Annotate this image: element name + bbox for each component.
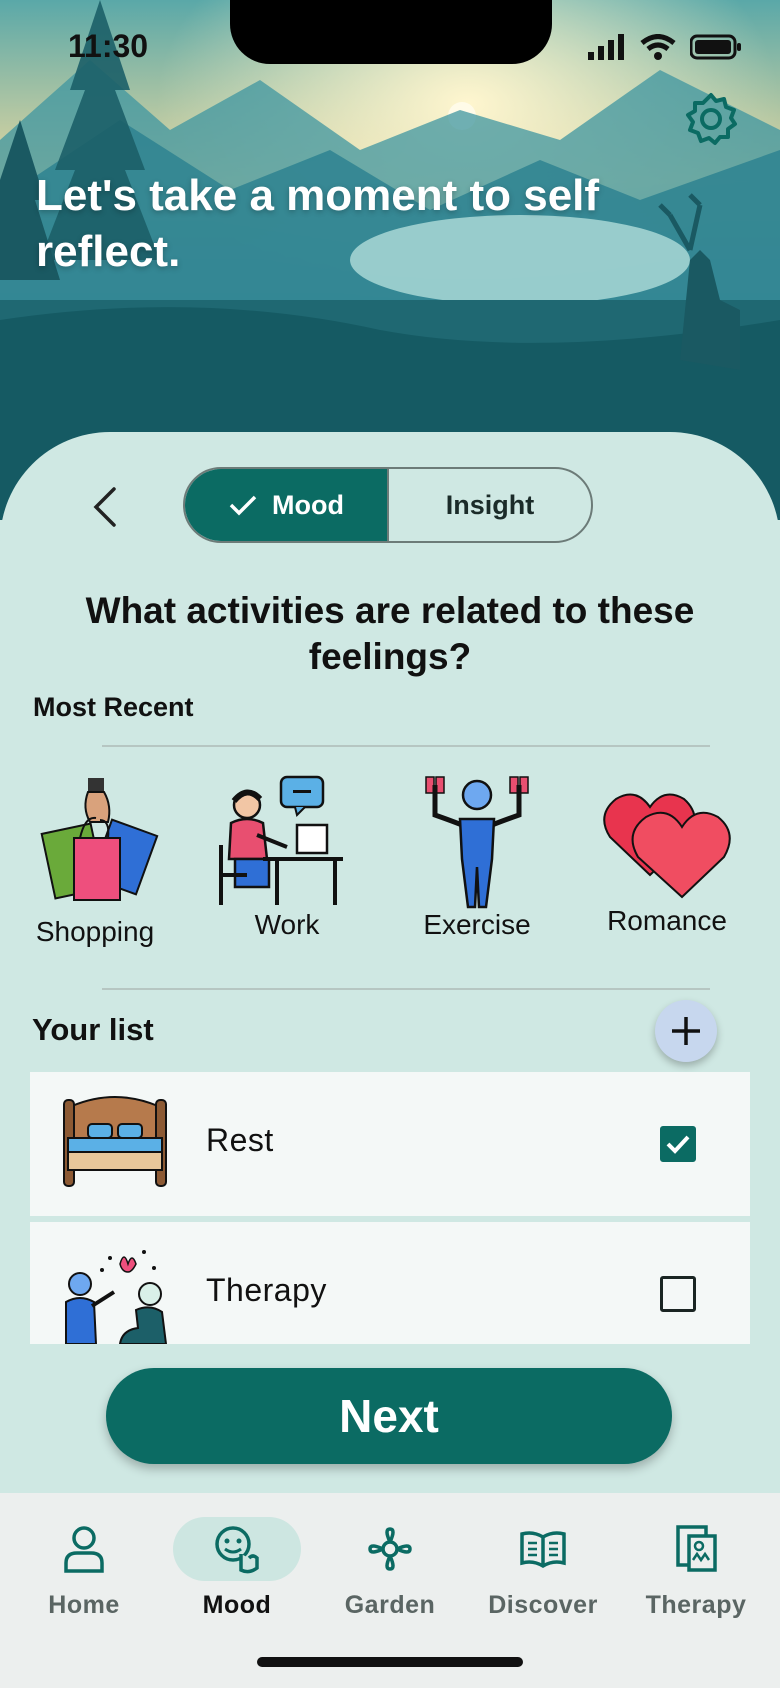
nav-therapy[interactable]: Therapy: [626, 1517, 766, 1620]
nav-home-label: Home: [48, 1591, 120, 1619]
nav-garden[interactable]: Garden: [320, 1517, 460, 1620]
tab-mood[interactable]: Mood: [185, 469, 389, 541]
plus-icon: [672, 1017, 700, 1045]
signal-icon: [588, 34, 624, 60]
check-icon: [229, 495, 257, 516]
divider-top: [102, 745, 710, 747]
mood-icon: [215, 1526, 259, 1574]
check-icon: [666, 1135, 690, 1154]
mood-insight-toggle: Mood Insight: [183, 467, 593, 543]
status-icons: [588, 34, 742, 60]
back-chevron-icon[interactable]: [88, 483, 122, 531]
status-time: 11:30: [68, 28, 149, 64]
list-item-rest[interactable]: Rest: [30, 1072, 750, 1216]
your-list-label: Your list: [32, 1012, 154, 1047]
recent-item-exercise[interactable]: Exercise: [402, 775, 552, 941]
flower-icon: [368, 1527, 412, 1571]
nav-home-icon-wrap: [20, 1517, 148, 1581]
list-item-label: Rest: [206, 1122, 274, 1158]
mood-screen: 11:30 Let's take a moment to self reflec…: [0, 0, 780, 1688]
nav-discover-icon-wrap: [479, 1517, 607, 1581]
nav-mood-label: Mood: [202, 1591, 272, 1619]
battery-icon: [690, 34, 741, 60]
exercise-icon: [425, 776, 529, 909]
nav-garden-icon-wrap: [326, 1517, 454, 1581]
therapy-doc-icon: [676, 1525, 717, 1572]
wifi-icon: [640, 34, 676, 60]
hero-title: Let's take a moment to self reflect.: [36, 171, 600, 276]
tab-insight-label: Insight: [445, 489, 535, 520]
nav-mood-icon-wrap: [173, 1517, 301, 1581]
recent-item-label: Romance: [607, 905, 727, 936]
most-recent-label: Most Recent: [33, 692, 194, 722]
home-icon: [64, 1526, 104, 1573]
tab-insight[interactable]: Insight: [389, 469, 591, 541]
recent-item-label: Work: [254, 909, 320, 940]
work-desk-icon: [219, 775, 343, 905]
your-list: Rest Therapy: [30, 1072, 750, 1344]
recent-item-romance[interactable]: Romance: [592, 785, 742, 937]
add-activity-button[interactable]: [655, 1000, 717, 1062]
list-item-label: Therapy: [206, 1272, 327, 1308]
nav-therapy-icon-wrap: [632, 1517, 760, 1581]
hearts-icon: [603, 793, 731, 899]
book-icon: [520, 1531, 566, 1569]
rest-checkbox[interactable]: [660, 1126, 696, 1162]
question-heading: What activities are related to these fee…: [85, 590, 695, 677]
therapy-checkbox[interactable]: [660, 1276, 696, 1312]
recent-item-label: Exercise: [423, 909, 531, 940]
list-item-therapy[interactable]: Therapy: [30, 1222, 750, 1344]
recent-item-shopping[interactable]: Shopping: [20, 778, 170, 948]
nav-home[interactable]: Home: [14, 1517, 154, 1620]
divider-bottom: [102, 988, 710, 990]
tab-mood-label: Mood: [272, 489, 344, 520]
next-button[interactable]: Next: [106, 1368, 672, 1464]
recent-item-label: Shopping: [35, 916, 155, 947]
nav-garden-label: Garden: [344, 1591, 436, 1619]
shopping-bags-icon: [40, 778, 159, 901]
bed-icon: [63, 1096, 167, 1187]
nav-discover-label: Discover: [488, 1591, 598, 1619]
therapy-icon: [65, 1250, 168, 1344]
nav-mood[interactable]: Mood: [167, 1517, 307, 1620]
nav-discover[interactable]: Discover: [473, 1517, 613, 1620]
nav-therapy-label: Therapy: [645, 1591, 747, 1619]
home-indicator: [257, 1657, 523, 1667]
settings-gear-icon[interactable]: [683, 91, 739, 147]
status-bar: 11:30: [0, 0, 780, 90]
camera-notch: [230, 0, 552, 64]
recent-item-work[interactable]: Work: [212, 775, 362, 941]
